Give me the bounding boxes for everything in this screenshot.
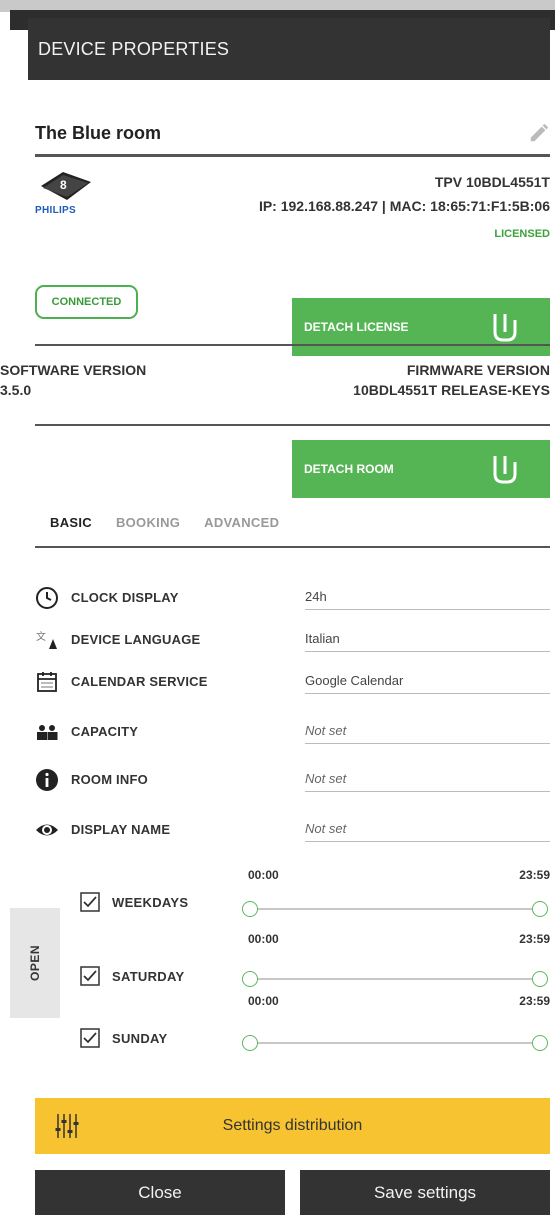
property-tabs: BASIC BOOKING ADVANCED xyxy=(50,515,279,530)
clock-icon xyxy=(36,587,58,609)
sunday-label: SUNDAY xyxy=(112,1031,168,1046)
weekdays-end-handle[interactable] xyxy=(532,901,548,917)
firmware-version-block: FIRMWARE VERSION 10BDL4551T RELEASE-KEYS xyxy=(353,360,550,400)
calendar-service-field[interactable]: Google Calendar xyxy=(305,668,550,694)
room-info-field[interactable]: Not set xyxy=(305,766,550,792)
software-version-label: SOFTWARE VERSION xyxy=(0,362,147,378)
edit-pencil-icon[interactable] xyxy=(528,122,550,144)
capacity-label: CAPACITY xyxy=(71,724,139,739)
device-model: TPV 10BDL4551T xyxy=(434,174,550,190)
sliders-icon xyxy=(55,1114,79,1138)
language-icon: 文 xyxy=(36,630,57,649)
saturday-checkbox[interactable] xyxy=(80,966,100,986)
tab-booking[interactable]: BOOKING xyxy=(116,515,180,530)
weekdays-end-time: 23:59 xyxy=(519,868,550,882)
saturday-row: 00:00 23:59 SATURDAY xyxy=(80,932,550,988)
close-button-label: Close xyxy=(138,1182,182,1202)
room-info-label: ROOM INFO xyxy=(71,772,148,787)
saturday-start-time: 00:00 xyxy=(248,932,279,946)
people-icon xyxy=(37,725,58,740)
clock-display-label: CLOCK DISPLAY xyxy=(71,590,179,605)
capacity-field[interactable]: Not set xyxy=(305,718,550,744)
saturday-end-time: 23:59 xyxy=(519,932,550,946)
settings-distribution-label: Settings distribution xyxy=(222,1117,363,1134)
connection-status-label: CONNECTED xyxy=(51,296,122,308)
calendar-service-row: CALENDAR SERVICE Google Calendar xyxy=(35,668,550,698)
display-name-row: DISPLAY NAME Not set xyxy=(35,816,550,846)
open-hours-label: OPEN xyxy=(27,944,42,982)
version-info: SOFTWARE VERSION 3.5.0 FIRMWARE VERSION … xyxy=(0,360,555,400)
sunday-end-time: 23:59 xyxy=(519,994,550,1008)
device-language-label: DEVICE LANGUAGE xyxy=(71,632,201,647)
saturday-start-handle[interactable] xyxy=(242,971,258,987)
saturday-range-track xyxy=(250,978,540,980)
svg-text:文: 文 xyxy=(36,630,46,643)
settings-distribution-button[interactable]: Settings distribution xyxy=(35,1098,550,1154)
tabs-underline xyxy=(35,546,550,548)
tab-basic[interactable]: BASIC xyxy=(50,515,92,530)
license-status: LICENSED xyxy=(494,228,550,240)
software-version-block: SOFTWARE VERSION 3.5.0 xyxy=(0,360,146,400)
calendar-service-label: CALENDAR SERVICE xyxy=(71,674,208,689)
display-name-label: DISPLAY NAME xyxy=(71,822,171,837)
room-name: The Blue room xyxy=(35,122,162,143)
save-settings-button[interactable]: Save settings xyxy=(300,1170,550,1215)
device-language-field[interactable]: Italian xyxy=(305,626,550,652)
detach-license-button[interactable]: DETACH LICENSE xyxy=(292,298,550,356)
eye-icon xyxy=(36,824,58,836)
unplug-icon xyxy=(493,456,517,484)
save-settings-label: Save settings xyxy=(373,1182,477,1202)
saturday-label: SATURDAY xyxy=(112,969,185,984)
display-name-field[interactable]: Not set xyxy=(305,816,550,842)
clock-display-row: CLOCK DISPLAY 24h xyxy=(35,584,550,614)
tab-advanced[interactable]: ADVANCED xyxy=(204,515,279,530)
clock-display-field[interactable]: 24h xyxy=(305,584,550,610)
weekdays-label: WEEKDAYS xyxy=(112,895,189,910)
close-button[interactable]: Close xyxy=(35,1170,285,1215)
sunday-start-time: 00:00 xyxy=(248,994,279,1008)
saturday-end-handle[interactable] xyxy=(532,971,548,987)
room-name-underline xyxy=(35,154,550,157)
room-name-row: The Blue room xyxy=(35,112,550,154)
info-icon xyxy=(36,769,58,791)
device-logo-badge: 8 xyxy=(60,178,67,192)
weekdays-start-time: 00:00 xyxy=(248,868,279,882)
capacity-row: CAPACITY Not set xyxy=(35,718,550,748)
sunday-start-handle[interactable] xyxy=(242,1035,258,1051)
dialog-title: DEVICE PROPERTIES xyxy=(38,38,230,59)
sunday-checkbox[interactable] xyxy=(80,1028,100,1048)
sunday-row: 00:00 23:59 SUNDAY xyxy=(80,994,550,1051)
weekdays-checkbox[interactable] xyxy=(80,892,100,912)
detach-room-label: DETACH ROOM xyxy=(304,462,394,476)
detach-license-label: DETACH LICENSE xyxy=(304,320,409,334)
weekdays-row: 00:00 23:59 WEEKDAYS xyxy=(80,868,550,924)
detach-room-button[interactable]: DETACH ROOM xyxy=(292,440,550,498)
device-language-row: 文 DEVICE LANGUAGE Italian xyxy=(35,626,550,656)
connection-status-badge: CONNECTED xyxy=(35,285,138,319)
weekdays-start-handle[interactable] xyxy=(242,901,258,917)
brand-logo-text: PHILIPS xyxy=(35,205,76,216)
firmware-version-label: FIRMWARE VERSION xyxy=(406,362,550,378)
open-hours-tab: OPEN xyxy=(10,908,60,1018)
calendar-icon xyxy=(37,672,57,692)
version-divider xyxy=(35,424,550,426)
device-ip-mac: IP: 192.168.88.247 | MAC: 18:65:71:F1:5B… xyxy=(258,198,550,214)
room-info-row: ROOM INFO Not set xyxy=(35,766,550,796)
unplug-icon xyxy=(493,314,517,342)
sunday-range-track xyxy=(250,1042,540,1044)
dialog-title-bar: DEVICE PROPERTIES xyxy=(28,18,550,80)
weekdays-range-track xyxy=(250,908,540,910)
software-version-value: 3.5.0 xyxy=(0,382,32,398)
device-info: 8 PHILIPS TPV 10BDL4551T IP: 192.168.88.… xyxy=(35,168,550,254)
license-divider xyxy=(35,344,550,346)
sunday-end-handle[interactable] xyxy=(532,1035,548,1051)
firmware-version-value: 10BDL4551T RELEASE-KEYS xyxy=(353,382,550,398)
